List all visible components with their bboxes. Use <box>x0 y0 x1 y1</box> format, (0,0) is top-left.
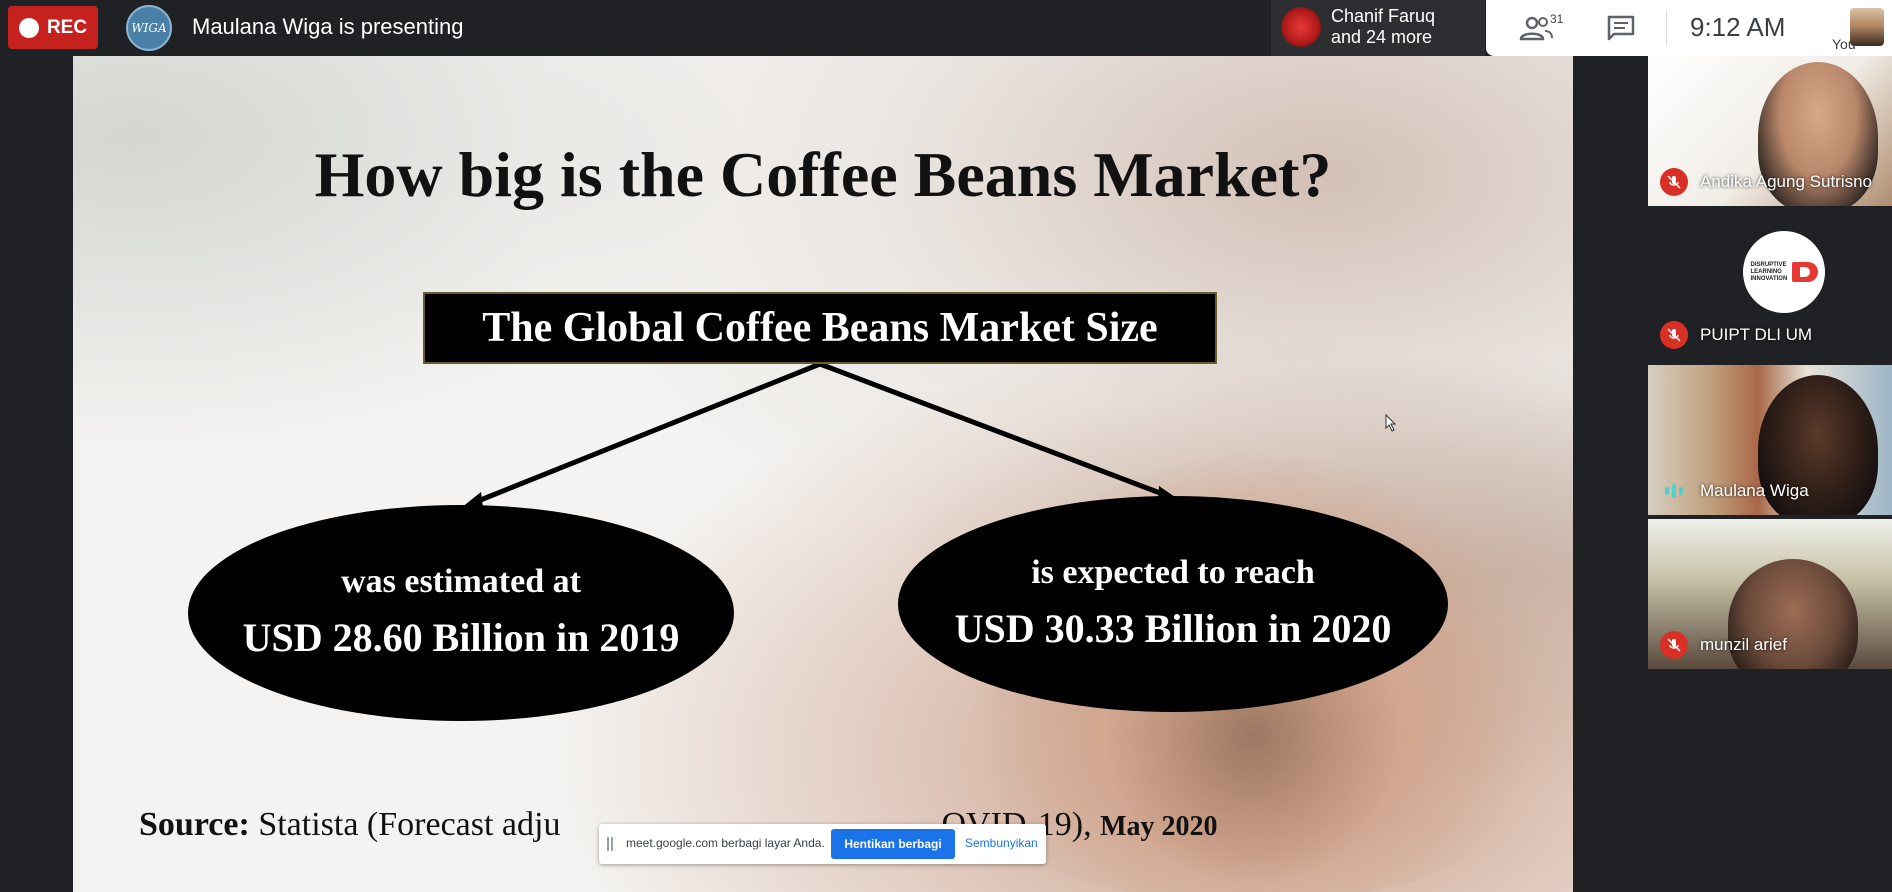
participant-tile[interactable]: Maulana Wiga <box>1648 365 1892 515</box>
mic-off-icon <box>1660 631 1688 659</box>
diagram-arrows <box>461 361 1181 508</box>
meeting-top-bar: REC WIGA Maulana Wiga is presenting Chan… <box>0 0 1892 56</box>
source-text: Statista (Forecast adju <box>249 806 561 843</box>
estimate-2019-caption: was estimated at <box>341 563 581 600</box>
market-size-box: The Global Coffee Beans Market Size <box>423 292 1217 364</box>
forecast-2020-caption: is expected to reach <box>1031 554 1315 591</box>
participant-name: Maulana Wiga <box>1700 481 1809 500</box>
participant-name: munzil arief <box>1700 635 1787 654</box>
speaking-indicator-icon <box>1660 477 1688 505</box>
participant-name: PUIPT DLI UM <box>1700 325 1813 344</box>
participant-logo: DISRUPTIVE LEARNING INNOVATION <box>1743 231 1825 313</box>
rec-label: REC <box>46 16 88 38</box>
source-date: May 2020 <box>1100 811 1218 842</box>
presentation-slide: How big is the Coffee Beans Market? The … <box>73 56 1573 892</box>
drag-handle-icon[interactable] <box>607 837 613 851</box>
people-count: 31 <box>1550 12 1564 26</box>
speaker-names: Chanif Faruq and 24 more <box>1331 6 1435 48</box>
share-notice: meet.google.com berbagi layar Anda. <box>626 836 825 850</box>
stop-sharing-button[interactable]: Hentikan berbagi <box>831 829 955 859</box>
presenter-avatar: WIGA <box>126 5 172 51</box>
forecast-2020-value: USD 30.33 Billion in 2020 <box>954 606 1392 651</box>
meeting-controls: 31 9:12 AM You <box>1486 0 1892 56</box>
recording-indicator: REC <box>8 6 98 49</box>
participant-name: Andika Agung Sutrisno <box>1700 172 1873 191</box>
participant-tile[interactable]: Andika Agung Sutrisno <box>1648 56 1892 206</box>
controls-divider <box>1666 10 1667 46</box>
hide-bar-button[interactable]: Sembunyikan <box>965 836 1038 850</box>
forecast-2020-ellipse: is expected to reach USD 30.33 Billion i… <box>898 496 1448 712</box>
logo-text: DISRUPTIVE LEARNING INNOVATION <box>1750 261 1788 282</box>
arrow-left <box>472 361 821 506</box>
presenting-status: Maulana Wiga is presenting <box>192 14 464 39</box>
arrow-right <box>819 361 1169 499</box>
mouse-cursor-icon <box>1385 414 1397 432</box>
estimate-2019-value: USD 28.60 Billion in 2019 <box>242 615 680 660</box>
source-label: Source: <box>139 806 250 843</box>
mic-off-icon <box>1660 168 1688 196</box>
speaker-name-more: and 24 more <box>1331 27 1433 47</box>
speaker-avatar <box>1281 7 1321 47</box>
active-speaker-box[interactable]: Chanif Faruq and 24 more <box>1271 0 1485 56</box>
chat-icon[interactable] <box>1606 14 1636 42</box>
self-view[interactable]: You <box>1832 6 1892 56</box>
speaker-name-primary: Chanif Faruq <box>1331 6 1436 26</box>
record-dot-icon <box>18 17 39 38</box>
mic-off-icon <box>1660 321 1688 349</box>
self-label: You <box>1832 36 1856 52</box>
logo-d-icon <box>1791 262 1818 282</box>
estimate-2019-ellipse: was estimated at USD 28.60 Billion in 20… <box>188 505 734 721</box>
participant-tile[interactable]: DISRUPTIVE LEARNING INNOVATION PUIPT DLI… <box>1648 209 1892 359</box>
participant-tile[interactable]: munzil arief <box>1648 519 1892 669</box>
clock: 9:12 AM <box>1690 12 1786 42</box>
screen-share-bar: meet.google.com berbagi layar Anda. Hent… <box>599 824 1046 864</box>
